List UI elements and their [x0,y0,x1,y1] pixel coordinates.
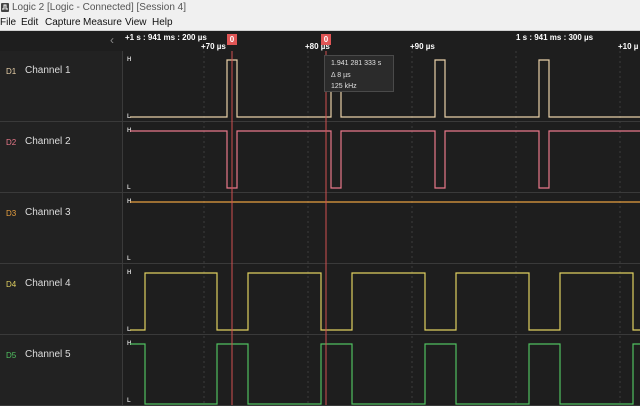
tooltip-delta: Δ 8 µs [331,71,351,79]
channel-row-3: D3 Channel 3 H L [0,193,640,264]
low-level-label: L [127,256,131,262]
channel-label-panel[interactable]: D2 Channel 2 [0,122,123,192]
channel-label-panel[interactable]: D1 Channel 1 [0,51,123,121]
channel-name: Channel 4 [25,278,71,289]
channel-id: D2 [6,138,17,147]
channel-label-panel[interactable]: D4 Channel 4 [0,264,123,334]
channel-name: Channel 5 [25,349,71,360]
channel-row-5: D5 Channel 5 H L [0,335,640,406]
menu-help[interactable]: Help [152,16,173,30]
channel-id: D3 [6,209,17,218]
channel-id: D4 [6,280,17,289]
ruler-tick-100: +10 µ [618,42,639,51]
ruler-start-label: +1 s : 941 ms : 200 µs [125,33,207,42]
channel-name: Channel 1 [25,65,71,76]
high-level-label: H [127,199,132,205]
ruler-tick-90: +90 µs [410,42,435,51]
tooltip-frequency: 125 kHz [331,83,357,90]
high-level-label: H [127,57,132,63]
low-level-label: L [127,327,131,333]
low-level-label: L [127,114,131,120]
menu-view[interactable]: View [125,16,147,30]
timing-marker-a[interactable]: 0 [227,34,237,45]
menu-file[interactable]: File [0,16,16,30]
channel-row-1: D1 Channel 1 H L [0,51,640,122]
ruler-mid-label: 1 s : 941 ms : 300 µs [516,33,594,42]
channel-label-panel[interactable]: D5 Channel 5 [0,335,123,405]
tooltip-time: 1.941 281 333 s [331,60,382,67]
high-level-label: H [127,270,132,276]
menu-edit[interactable]: Edit [21,16,38,30]
low-level-label: L [127,185,131,191]
window-title: Logic 2 [Logic - Connected] [Session 4] [12,2,186,13]
title-bar: Logic 2 [Logic - Connected] [Session 4] [0,0,640,16]
time-ruler[interactable]: ‹ +1 s : 941 ms : 200 µs +70 µs +80 µs +… [0,31,640,51]
app-icon [1,3,9,12]
high-level-label: H [127,341,132,347]
high-level-label: H [127,128,132,134]
channel-name: Channel 3 [25,207,71,218]
low-level-label: L [127,398,131,404]
channel-id: D1 [6,67,17,76]
menu-bar: File Edit Capture Measure View Help [0,16,640,31]
channel-row-4: D4 Channel 4 H L [0,264,640,335]
channel-row-2: D2 Channel 2 H L [0,122,640,193]
timing-marker-b[interactable]: 0 [321,34,331,45]
ruler-tick-70: +70 µs [201,42,226,51]
channel-id: D5 [6,351,17,360]
menu-capture[interactable]: Capture [45,16,81,30]
menu-measure[interactable]: Measure [83,16,122,30]
channel-label-panel[interactable]: D3 Channel 3 [0,193,123,263]
chevron-left-icon[interactable]: ‹ [110,33,114,47]
measurement-tooltip: 1.941 281 333 s Δ 8 µs 125 kHz [324,55,394,92]
channel-name: Channel 2 [25,136,71,147]
